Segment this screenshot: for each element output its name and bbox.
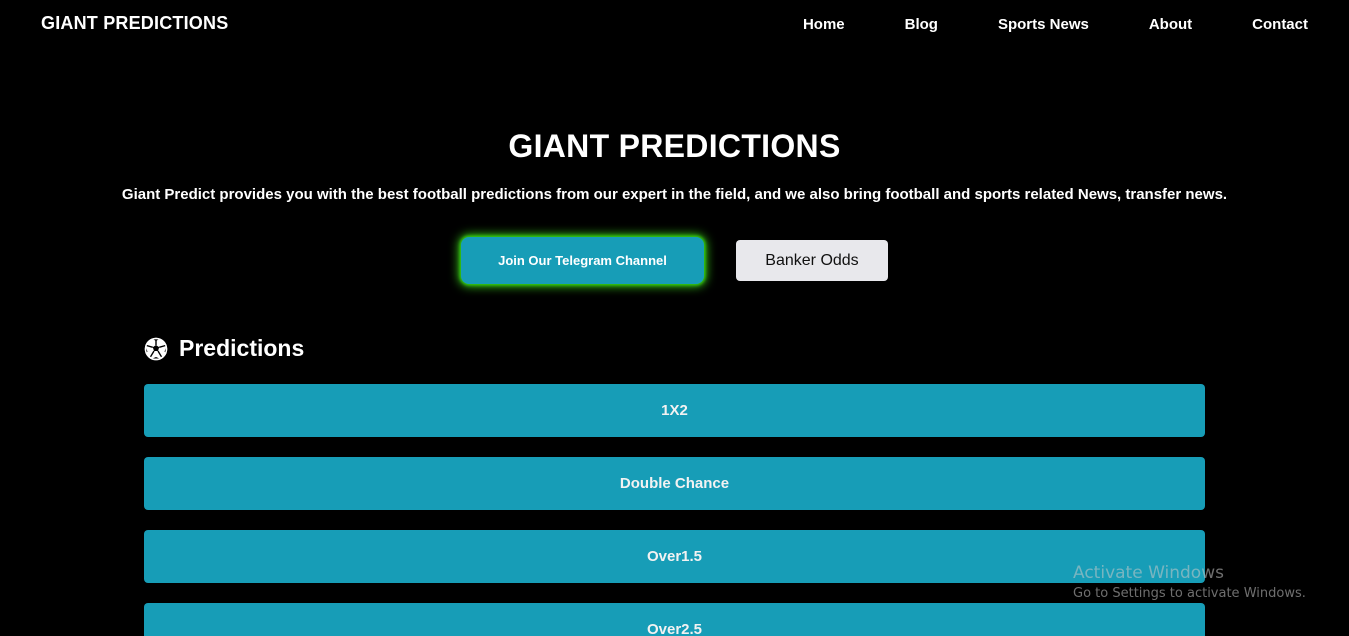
predictions-header: Predictions: [144, 335, 304, 362]
join-telegram-button[interactable]: Join Our Telegram Channel: [461, 237, 704, 284]
hero-subtitle: Giant Predict provides you with the best…: [121, 186, 1228, 203]
prediction-item-over-2-5[interactable]: Over2.5: [144, 603, 1205, 636]
prediction-item-double-chance[interactable]: Double Chance: [144, 457, 1205, 510]
soccer-ball-icon: [144, 337, 168, 361]
banker-odds-button[interactable]: Banker Odds: [736, 240, 888, 281]
navbar: GIANT PREDICTIONS Home Blog Sports News …: [0, 0, 1349, 52]
page: GIANT PREDICTIONS Home Blog Sports News …: [0, 0, 1349, 636]
hero-title: GIANT PREDICTIONS: [508, 128, 841, 164]
prediction-item-1x2[interactable]: 1X2: [144, 384, 1205, 437]
nav-links: Home Blog Sports News About Contact: [803, 16, 1308, 33]
nav-link-contact[interactable]: Contact: [1252, 16, 1308, 33]
nav-link-sports-news[interactable]: Sports News: [998, 16, 1089, 33]
nav-link-about[interactable]: About: [1149, 16, 1192, 33]
nav-link-home[interactable]: Home: [803, 16, 845, 33]
watermark-subtitle: Go to Settings to activate Windows.: [1073, 586, 1306, 601]
brand-logo[interactable]: GIANT PREDICTIONS: [41, 13, 228, 34]
nav-link-blog[interactable]: Blog: [905, 16, 938, 33]
prediction-item-over-1-5[interactable]: Over1.5: [144, 530, 1205, 583]
predictions-heading: Predictions: [179, 335, 305, 361]
